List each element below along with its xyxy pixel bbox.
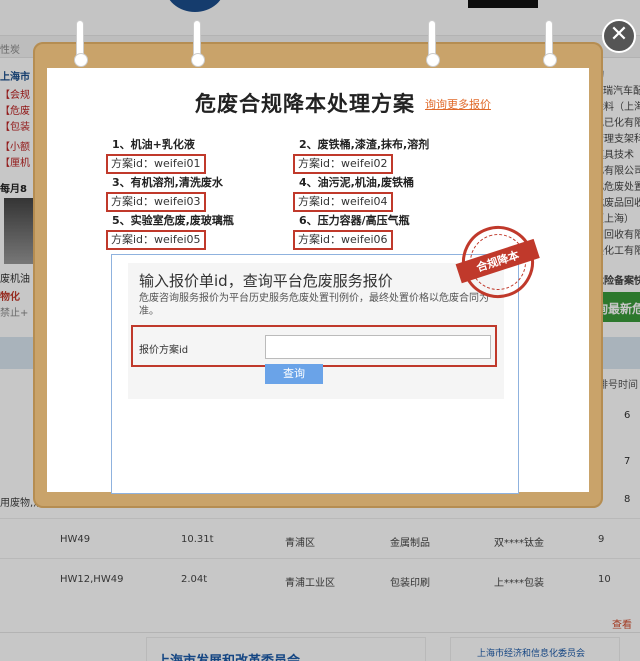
plan-name: 3、有机溶剂,清洗废水 bbox=[112, 176, 223, 189]
plan-id: 方案id：weifei01 bbox=[106, 154, 206, 174]
plan-item-1: 1、机油+乳化液 方案id：weifei01 bbox=[106, 136, 286, 174]
plan-item-6: 6、压力容器/高压气瓶 方案id：weifei06 bbox=[293, 212, 493, 250]
quote-id-input[interactable] bbox=[265, 335, 491, 359]
close-icon: ✕ bbox=[609, 22, 629, 47]
plan-id: 方案id：weifei05 bbox=[106, 230, 206, 250]
plan-id: 方案id：weifei06 bbox=[293, 230, 393, 250]
binder-ring bbox=[543, 20, 557, 67]
binder-ring bbox=[191, 20, 205, 67]
binder-ring bbox=[74, 20, 88, 67]
plan-item-4: 4、油污泥,机油,废铁桶 方案id：weifei04 bbox=[293, 174, 493, 212]
query-title: 输入报价单id，查询平台危废服务报价 bbox=[139, 272, 393, 290]
quote-id-row: 报价方案id bbox=[131, 325, 497, 367]
plan-name: 5、实验室危废,废玻璃瓶 bbox=[112, 214, 234, 227]
plan-name: 6、压力容器/高压气瓶 bbox=[299, 214, 410, 227]
plan-name: 1、机油+乳化液 bbox=[112, 138, 195, 151]
close-button[interactable]: ✕ bbox=[602, 19, 636, 53]
query-button[interactable]: 查询 bbox=[265, 364, 323, 384]
modal-title: 危废合规降本处理方案 bbox=[195, 92, 415, 116]
plan-id: 方案id：weifei04 bbox=[293, 192, 393, 212]
quote-id-label: 报价方案id bbox=[139, 345, 189, 356]
plan-name: 4、油污泥,机油,废铁桶 bbox=[299, 176, 415, 189]
plan-id: 方案id：weifei03 bbox=[106, 192, 206, 212]
query-description: 危废咨询服务报价为平台历史服务危废处置刊例价，最终处置价格以危废合同为准。 bbox=[139, 293, 489, 317]
more-quotes-link[interactable]: 询询更多报价 bbox=[425, 96, 491, 112]
plan-item-3: 3、有机溶剂,清洗废水 方案id：weifei03 bbox=[106, 174, 286, 212]
plan-name: 2、废铁桶,漆渣,抹布,溶剂 bbox=[299, 138, 430, 151]
plan-item-2: 2、废铁桶,漆渣,抹布,溶剂 方案id：weifei02 bbox=[293, 136, 493, 174]
binder-ring bbox=[426, 20, 440, 67]
plan-id: 方案id：weifei02 bbox=[293, 154, 393, 174]
plan-item-5: 5、实验室危废,废玻璃瓶 方案id：weifei05 bbox=[106, 212, 286, 250]
